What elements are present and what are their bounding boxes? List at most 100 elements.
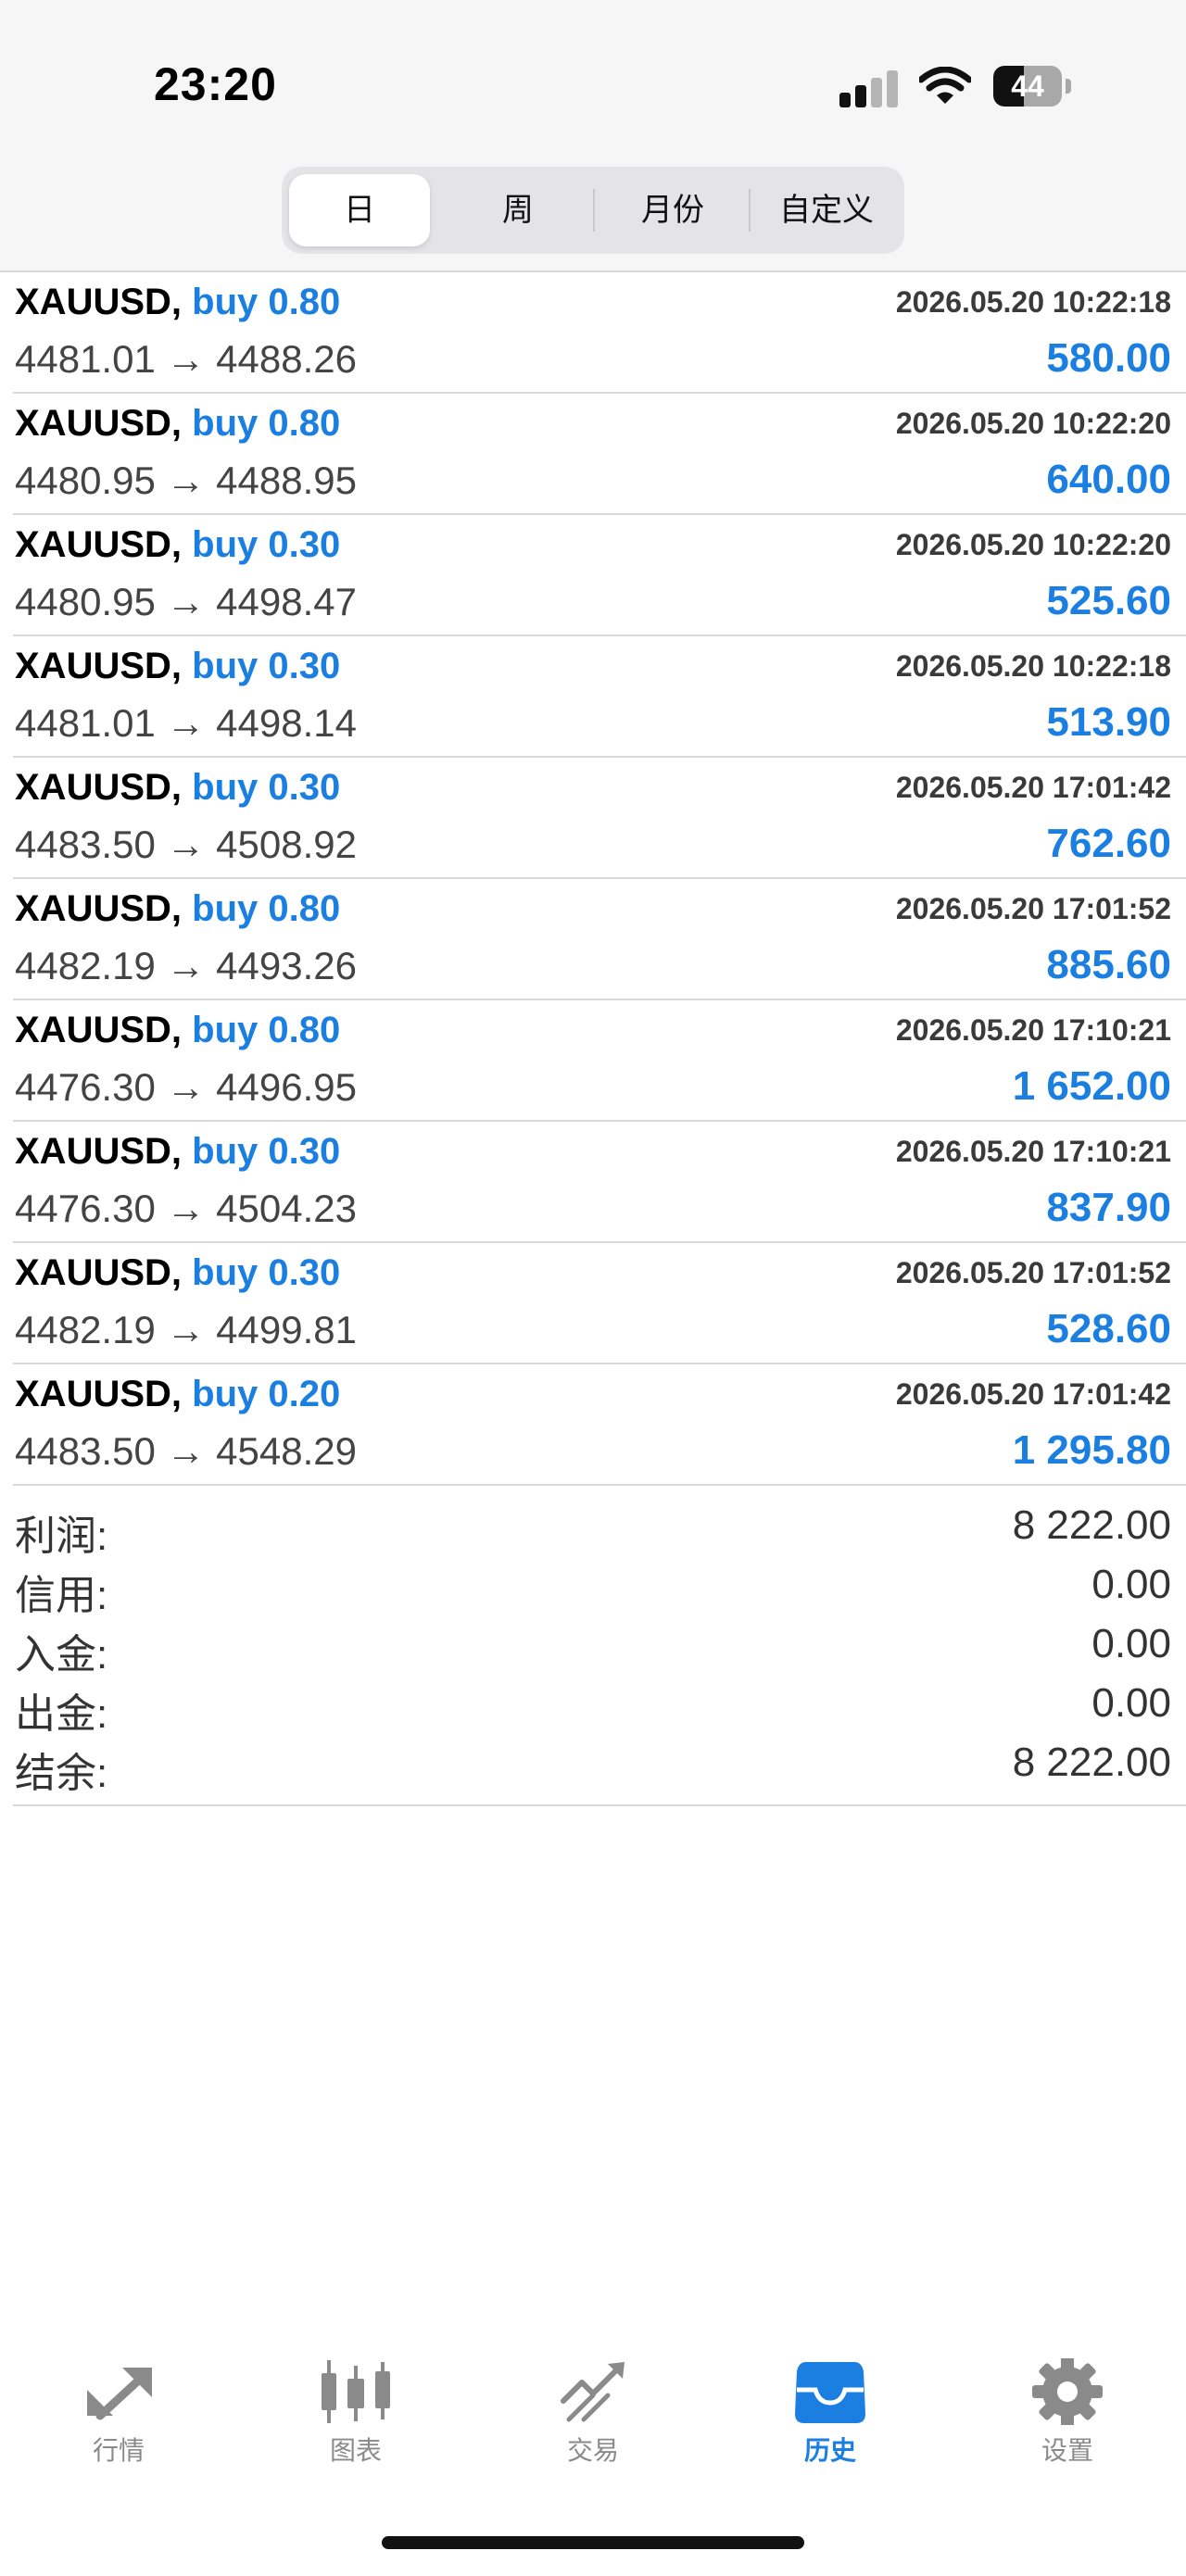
summary-withdrawal-row: 出金: 0.00 bbox=[13, 1680, 1171, 1737]
trade-symbol: XAUUSD, bbox=[15, 524, 183, 565]
trade-prices: 4483.50 → 4508.92 bbox=[15, 823, 357, 866]
battery-level: 44 bbox=[1011, 69, 1044, 103]
home-indicator[interactable] bbox=[382, 2536, 804, 2549]
summary-credit-row: 信用: 0.00 bbox=[13, 1562, 1171, 1618]
bottom-tab-bar: 行情 图表 交易 历史 设置 bbox=[0, 2344, 1186, 2492]
trade-row[interactable]: XAUUSD, buy 0.30 2026.05.20 10:22:18 448… bbox=[13, 636, 1186, 758]
summary-label: 利润: bbox=[15, 1514, 108, 1559]
trade-side-volume: buy 0.80 bbox=[192, 282, 341, 322]
trade-profit: 1 295.80 bbox=[1012, 1427, 1171, 1473]
trade-symbol: XAUUSD, bbox=[15, 767, 183, 808]
trade-time: 2026.05.20 17:01:42 bbox=[895, 771, 1171, 804]
tab-trade[interactable]: 交易 bbox=[519, 2358, 667, 2488]
cellular-signal-icon bbox=[839, 69, 901, 107]
summary-label: 结余: bbox=[15, 1751, 108, 1796]
tab-chart[interactable]: 图表 bbox=[282, 2358, 430, 2488]
summary-label: 入金: bbox=[15, 1632, 108, 1678]
trade-prices: 4480.95 → 4498.47 bbox=[15, 580, 357, 623]
settings-icon bbox=[1032, 2358, 1103, 2425]
trade-row[interactable]: XAUUSD, buy 0.80 2026.05.20 17:01:52 448… bbox=[13, 879, 1186, 1000]
trade-row[interactable]: XAUUSD, buy 0.20 2026.05.20 17:01:42 448… bbox=[13, 1364, 1186, 1486]
tab-day[interactable]: 日 bbox=[289, 174, 430, 246]
tab-quotes[interactable]: 行情 bbox=[44, 2358, 193, 2488]
tab-history[interactable]: 历史 bbox=[756, 2358, 904, 2488]
trade-row[interactable]: XAUUSD, buy 0.30 2026.05.20 17:01:42 448… bbox=[13, 758, 1186, 879]
history-icon bbox=[795, 2362, 865, 2423]
trade-profit: 513.90 bbox=[1046, 699, 1171, 745]
trade-prices: 4476.30 → 4504.23 bbox=[15, 1187, 357, 1230]
tab-label: 历史 bbox=[803, 2436, 856, 2465]
tab-custom[interactable]: 自定义 bbox=[752, 174, 901, 246]
summary-value: 8 222.00 bbox=[1012, 1740, 1171, 1785]
tab-settings[interactable]: 设置 bbox=[993, 2358, 1142, 2488]
trade-time: 2026.05.20 10:22:18 bbox=[895, 649, 1171, 683]
trade-symbol: XAUUSD, bbox=[15, 403, 183, 444]
tab-week[interactable]: 周 bbox=[448, 174, 587, 246]
tab-month[interactable]: 月份 bbox=[599, 174, 747, 246]
trade-row[interactable]: XAUUSD, buy 0.30 2026.05.20 17:10:21 447… bbox=[13, 1122, 1186, 1243]
tab-label: 设置 bbox=[1041, 2436, 1093, 2465]
trade-icon bbox=[561, 2362, 625, 2422]
period-segmented-control: 日 周 月份 自定义 bbox=[282, 167, 904, 254]
trade-history-list: XAUUSD, buy 0.80 2026.05.20 10:22:18 448… bbox=[0, 270, 1186, 1486]
account-summary: 利润: 8 222.00 信用: 0.00 入金: 0.00 出金: 0.00 … bbox=[13, 1493, 1186, 1806]
trade-side-volume: buy 0.80 bbox=[192, 888, 341, 929]
trade-profit: 1 652.00 bbox=[1012, 1063, 1171, 1109]
summary-value: 0.00 bbox=[1091, 1562, 1171, 1607]
summary-value: 0.00 bbox=[1091, 1621, 1171, 1666]
trade-profit: 640.00 bbox=[1046, 457, 1171, 502]
trade-profit: 525.60 bbox=[1046, 578, 1171, 623]
trade-prices: 4480.95 → 4488.95 bbox=[15, 459, 357, 502]
summary-value: 8 222.00 bbox=[1012, 1502, 1171, 1548]
trade-symbol: XAUUSD, bbox=[15, 1374, 183, 1414]
wifi-icon bbox=[919, 67, 971, 104]
trade-time: 2026.05.20 10:22:18 bbox=[895, 285, 1171, 319]
status-time: 23:20 bbox=[154, 58, 277, 110]
trade-row[interactable]: XAUUSD, buy 0.30 2026.05.20 17:01:52 448… bbox=[13, 1243, 1186, 1364]
chart-icon bbox=[322, 2360, 390, 2423]
trade-side-volume: buy 0.20 bbox=[192, 1374, 341, 1414]
trade-prices: 4476.30 → 4496.95 bbox=[15, 1065, 357, 1109]
trade-profit: 762.60 bbox=[1046, 821, 1171, 866]
trade-row[interactable]: XAUUSD, buy 0.30 2026.05.20 10:22:20 448… bbox=[13, 515, 1186, 636]
trade-profit: 837.90 bbox=[1046, 1185, 1171, 1230]
trade-side-volume: buy 0.30 bbox=[192, 524, 341, 565]
trade-symbol: XAUUSD, bbox=[15, 282, 183, 322]
trade-profit: 580.00 bbox=[1046, 335, 1171, 381]
trade-side-volume: buy 0.80 bbox=[192, 403, 341, 444]
trade-prices: 4483.50 → 4548.29 bbox=[15, 1429, 357, 1473]
summary-balance-row: 结余: 8 222.00 bbox=[13, 1740, 1171, 1796]
summary-label: 出金: bbox=[15, 1691, 108, 1737]
trade-prices: 4482.19 → 4493.26 bbox=[15, 944, 357, 987]
trade-side-volume: buy 0.30 bbox=[192, 1252, 341, 1293]
trade-time: 2026.05.20 17:01:42 bbox=[895, 1377, 1171, 1411]
summary-deposit-row: 入金: 0.00 bbox=[13, 1621, 1171, 1678]
summary-profit-row: 利润: 8 222.00 bbox=[13, 1502, 1171, 1559]
trade-row[interactable]: XAUUSD, buy 0.80 2026.05.20 10:22:20 448… bbox=[13, 394, 1186, 515]
segment-divider bbox=[749, 189, 751, 232]
summary-label: 信用: bbox=[15, 1573, 108, 1618]
trade-time: 2026.05.20 17:01:52 bbox=[895, 892, 1171, 925]
trade-symbol: XAUUSD, bbox=[15, 1010, 183, 1050]
trade-profit: 885.60 bbox=[1046, 942, 1171, 987]
trade-row[interactable]: XAUUSD, buy 0.80 2026.05.20 10:22:18 448… bbox=[13, 272, 1186, 394]
trade-symbol: XAUUSD, bbox=[15, 888, 183, 929]
trade-time: 2026.05.20 10:22:20 bbox=[895, 528, 1171, 561]
trade-row[interactable]: XAUUSD, buy 0.80 2026.05.20 17:10:21 447… bbox=[13, 1000, 1186, 1122]
segment-divider bbox=[593, 189, 595, 232]
trade-symbol: XAUUSD, bbox=[15, 1252, 183, 1293]
tab-label: 交易 bbox=[566, 2436, 619, 2465]
header: 23:20 44 日 周 月份 自定义 bbox=[0, 0, 1186, 270]
battery-icon: 44 bbox=[993, 66, 1073, 107]
trade-symbol: XAUUSD, bbox=[15, 646, 183, 686]
trade-symbol: XAUUSD, bbox=[15, 1131, 183, 1172]
trade-prices: 4481.01 → 4498.14 bbox=[15, 701, 357, 745]
trade-side-volume: buy 0.80 bbox=[192, 1010, 341, 1050]
trade-time: 2026.05.20 10:22:20 bbox=[895, 407, 1171, 440]
tab-label: 图表 bbox=[329, 2436, 382, 2465]
trade-side-volume: buy 0.30 bbox=[192, 767, 341, 808]
trade-time: 2026.05.20 17:10:21 bbox=[895, 1135, 1171, 1168]
summary-value: 0.00 bbox=[1091, 1680, 1171, 1726]
tab-label: 行情 bbox=[92, 2436, 145, 2465]
trade-time: 2026.05.20 17:10:21 bbox=[895, 1013, 1171, 1047]
